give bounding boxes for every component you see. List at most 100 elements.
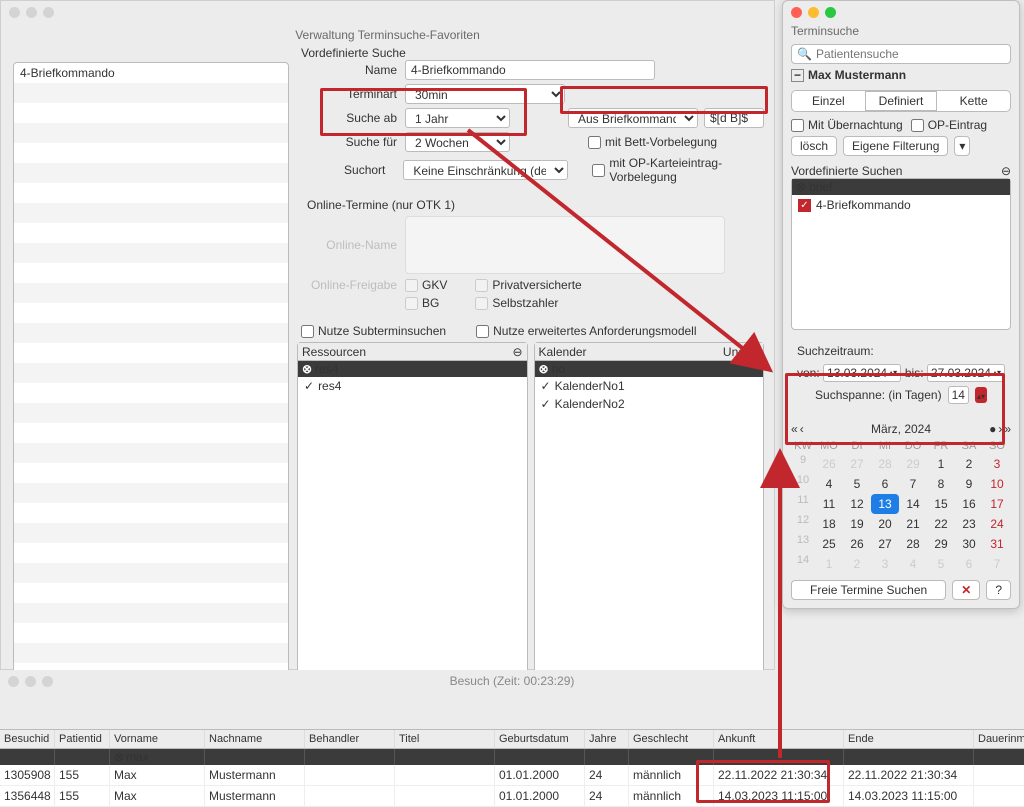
cal-day[interactable]: 7: [983, 554, 1011, 574]
filter-cell[interactable]: [395, 749, 495, 765]
cal-day[interactable]: 29: [899, 454, 927, 474]
cal-day[interactable]: 1: [815, 554, 843, 574]
close-icon[interactable]: [791, 7, 802, 18]
cal-day[interactable]: 21: [899, 514, 927, 534]
cal-day[interactable]: 22: [927, 514, 955, 534]
zoom-icon[interactable]: [43, 7, 54, 18]
filter-cell[interactable]: [629, 749, 714, 765]
cal-day[interactable]: 26: [843, 534, 871, 554]
cal-day[interactable]: 8: [927, 474, 955, 494]
cal-day[interactable]: 3: [983, 454, 1011, 474]
table-row[interactable]: 1305908155MaxMustermann01.01.200024männl…: [0, 765, 1024, 786]
filter-cell[interactable]: [585, 749, 629, 765]
list-item[interactable]: ✓ KalenderNo1: [535, 377, 764, 395]
check-bett[interactable]: [588, 136, 601, 149]
clear-icon[interactable]: ⊗: [539, 362, 549, 376]
filter-icon-button[interactable]: ▾: [954, 136, 970, 156]
span-input[interactable]: 14: [948, 386, 969, 404]
check-op[interactable]: [592, 164, 605, 177]
minus-icon[interactable]: ⊖: [512, 345, 522, 359]
date-from-input[interactable]: 13.03.2024▴▾: [823, 364, 901, 382]
filter-cell[interactable]: [495, 749, 585, 765]
cal-day[interactable]: 18: [815, 514, 843, 534]
cal-day[interactable]: 14: [899, 494, 927, 514]
cal-day[interactable]: 27: [871, 534, 899, 554]
cal-day[interactable]: 1: [927, 454, 955, 474]
cal-day[interactable]: 4: [899, 554, 927, 574]
cal-day[interactable]: 31: [983, 534, 1011, 554]
date-to-input[interactable]: 27.03.2024▴▾: [927, 364, 1005, 382]
cal-day[interactable]: 5: [843, 474, 871, 494]
cal-day[interactable]: 10: [983, 474, 1011, 494]
col-header[interactable]: Dauerinmin: [974, 730, 1024, 748]
minimize-icon[interactable]: [25, 676, 36, 687]
col-header[interactable]: Patientid: [55, 730, 110, 748]
cal-day[interactable]: 17: [983, 494, 1011, 514]
cal-day[interactable]: 12: [843, 494, 871, 514]
stepper-icon[interactable]: ▴▾: [889, 370, 897, 376]
filter-cell[interactable]: [844, 749, 974, 765]
filter-cell[interactable]: [305, 749, 395, 765]
cal-day[interactable]: 2: [955, 454, 983, 474]
cal-day[interactable]: 11: [815, 494, 843, 514]
col-header[interactable]: Ende: [844, 730, 974, 748]
col-header[interactable]: Titel: [395, 730, 495, 748]
cal-day[interactable]: 3: [871, 554, 899, 574]
suchort-select[interactable]: Keine Einschränkung (default): [403, 160, 568, 180]
mode-segment[interactable]: Einzel Definiert Kette: [791, 90, 1011, 112]
cal-day[interactable]: 29: [927, 534, 955, 554]
cal-day[interactable]: 13: [871, 494, 899, 514]
col-header[interactable]: Jahre: [585, 730, 629, 748]
close-icon[interactable]: [9, 7, 20, 18]
kalender-filter[interactable]: ⊗no: [535, 361, 764, 377]
next-month-icon[interactable]: ›: [998, 422, 1002, 436]
clear-icon[interactable]: ⊗: [302, 362, 312, 376]
minus-icon[interactable]: ⊖: [749, 345, 759, 359]
filter-button[interactable]: Eigene Filterung: [843, 136, 948, 156]
list-item[interactable]: ✓ KalenderNo2: [535, 395, 764, 413]
collapse-icon[interactable]: −: [791, 69, 804, 82]
ressourcen-filter[interactable]: ⊗res4: [298, 361, 527, 377]
loesch-button[interactable]: lösch: [791, 136, 837, 156]
prev-month-icon[interactable]: ‹: [800, 422, 804, 436]
suchefuer-select[interactable]: 2 Wochen: [405, 132, 510, 152]
briefkommando-select[interactable]: Aus Briefkommando: [568, 108, 698, 128]
col-header[interactable]: Ankunft: [714, 730, 844, 748]
stepper-icon[interactable]: ▴▾: [993, 370, 1001, 376]
col-header[interactable]: Besuchid: [0, 730, 55, 748]
cal-day[interactable]: 28: [871, 454, 899, 474]
list-item[interactable]: ✓4-Briefkommando: [792, 195, 1010, 215]
seg-definiert[interactable]: Definiert: [865, 91, 938, 111]
search-button[interactable]: Freie Termine Suchen: [791, 580, 946, 600]
close-icon[interactable]: [8, 676, 19, 687]
next-year-icon[interactable]: »: [1004, 422, 1011, 436]
cal-day[interactable]: 26: [815, 454, 843, 474]
col-header[interactable]: Vorname: [110, 730, 205, 748]
zoom-icon[interactable]: [825, 7, 836, 18]
filter-cell[interactable]: [974, 749, 1024, 765]
check-opeintrag[interactable]: [911, 119, 924, 132]
minimize-icon[interactable]: [808, 7, 819, 18]
zoom-icon[interactable]: [42, 676, 53, 687]
cal-day[interactable]: 7: [899, 474, 927, 494]
col-header[interactable]: Nachname: [205, 730, 305, 748]
clear-icon[interactable]: ⊗: [796, 180, 806, 194]
cal-day[interactable]: 27: [843, 454, 871, 474]
filter-cell[interactable]: ⊗max: [110, 749, 205, 765]
seg-kette[interactable]: Kette: [937, 91, 1010, 111]
cal-day[interactable]: 2: [843, 554, 871, 574]
patient-search[interactable]: 🔍: [791, 44, 1011, 64]
cal-day[interactable]: 6: [871, 474, 899, 494]
cal-day[interactable]: 16: [955, 494, 983, 514]
favorites-sidebar[interactable]: 4-Briefkommando: [13, 62, 289, 682]
name-input[interactable]: [405, 60, 655, 80]
sidebar-item[interactable]: 4-Briefkommando: [14, 63, 288, 83]
check-uebernacht[interactable]: [791, 119, 804, 132]
filter-cell[interactable]: [205, 749, 305, 765]
filter-cell[interactable]: [55, 749, 110, 765]
patient-search-input[interactable]: [816, 47, 1005, 61]
minimize-icon[interactable]: [26, 7, 37, 18]
cal-day[interactable]: 20: [871, 514, 899, 534]
col-header[interactable]: Behandler: [305, 730, 395, 748]
cal-day[interactable]: 30: [955, 534, 983, 554]
